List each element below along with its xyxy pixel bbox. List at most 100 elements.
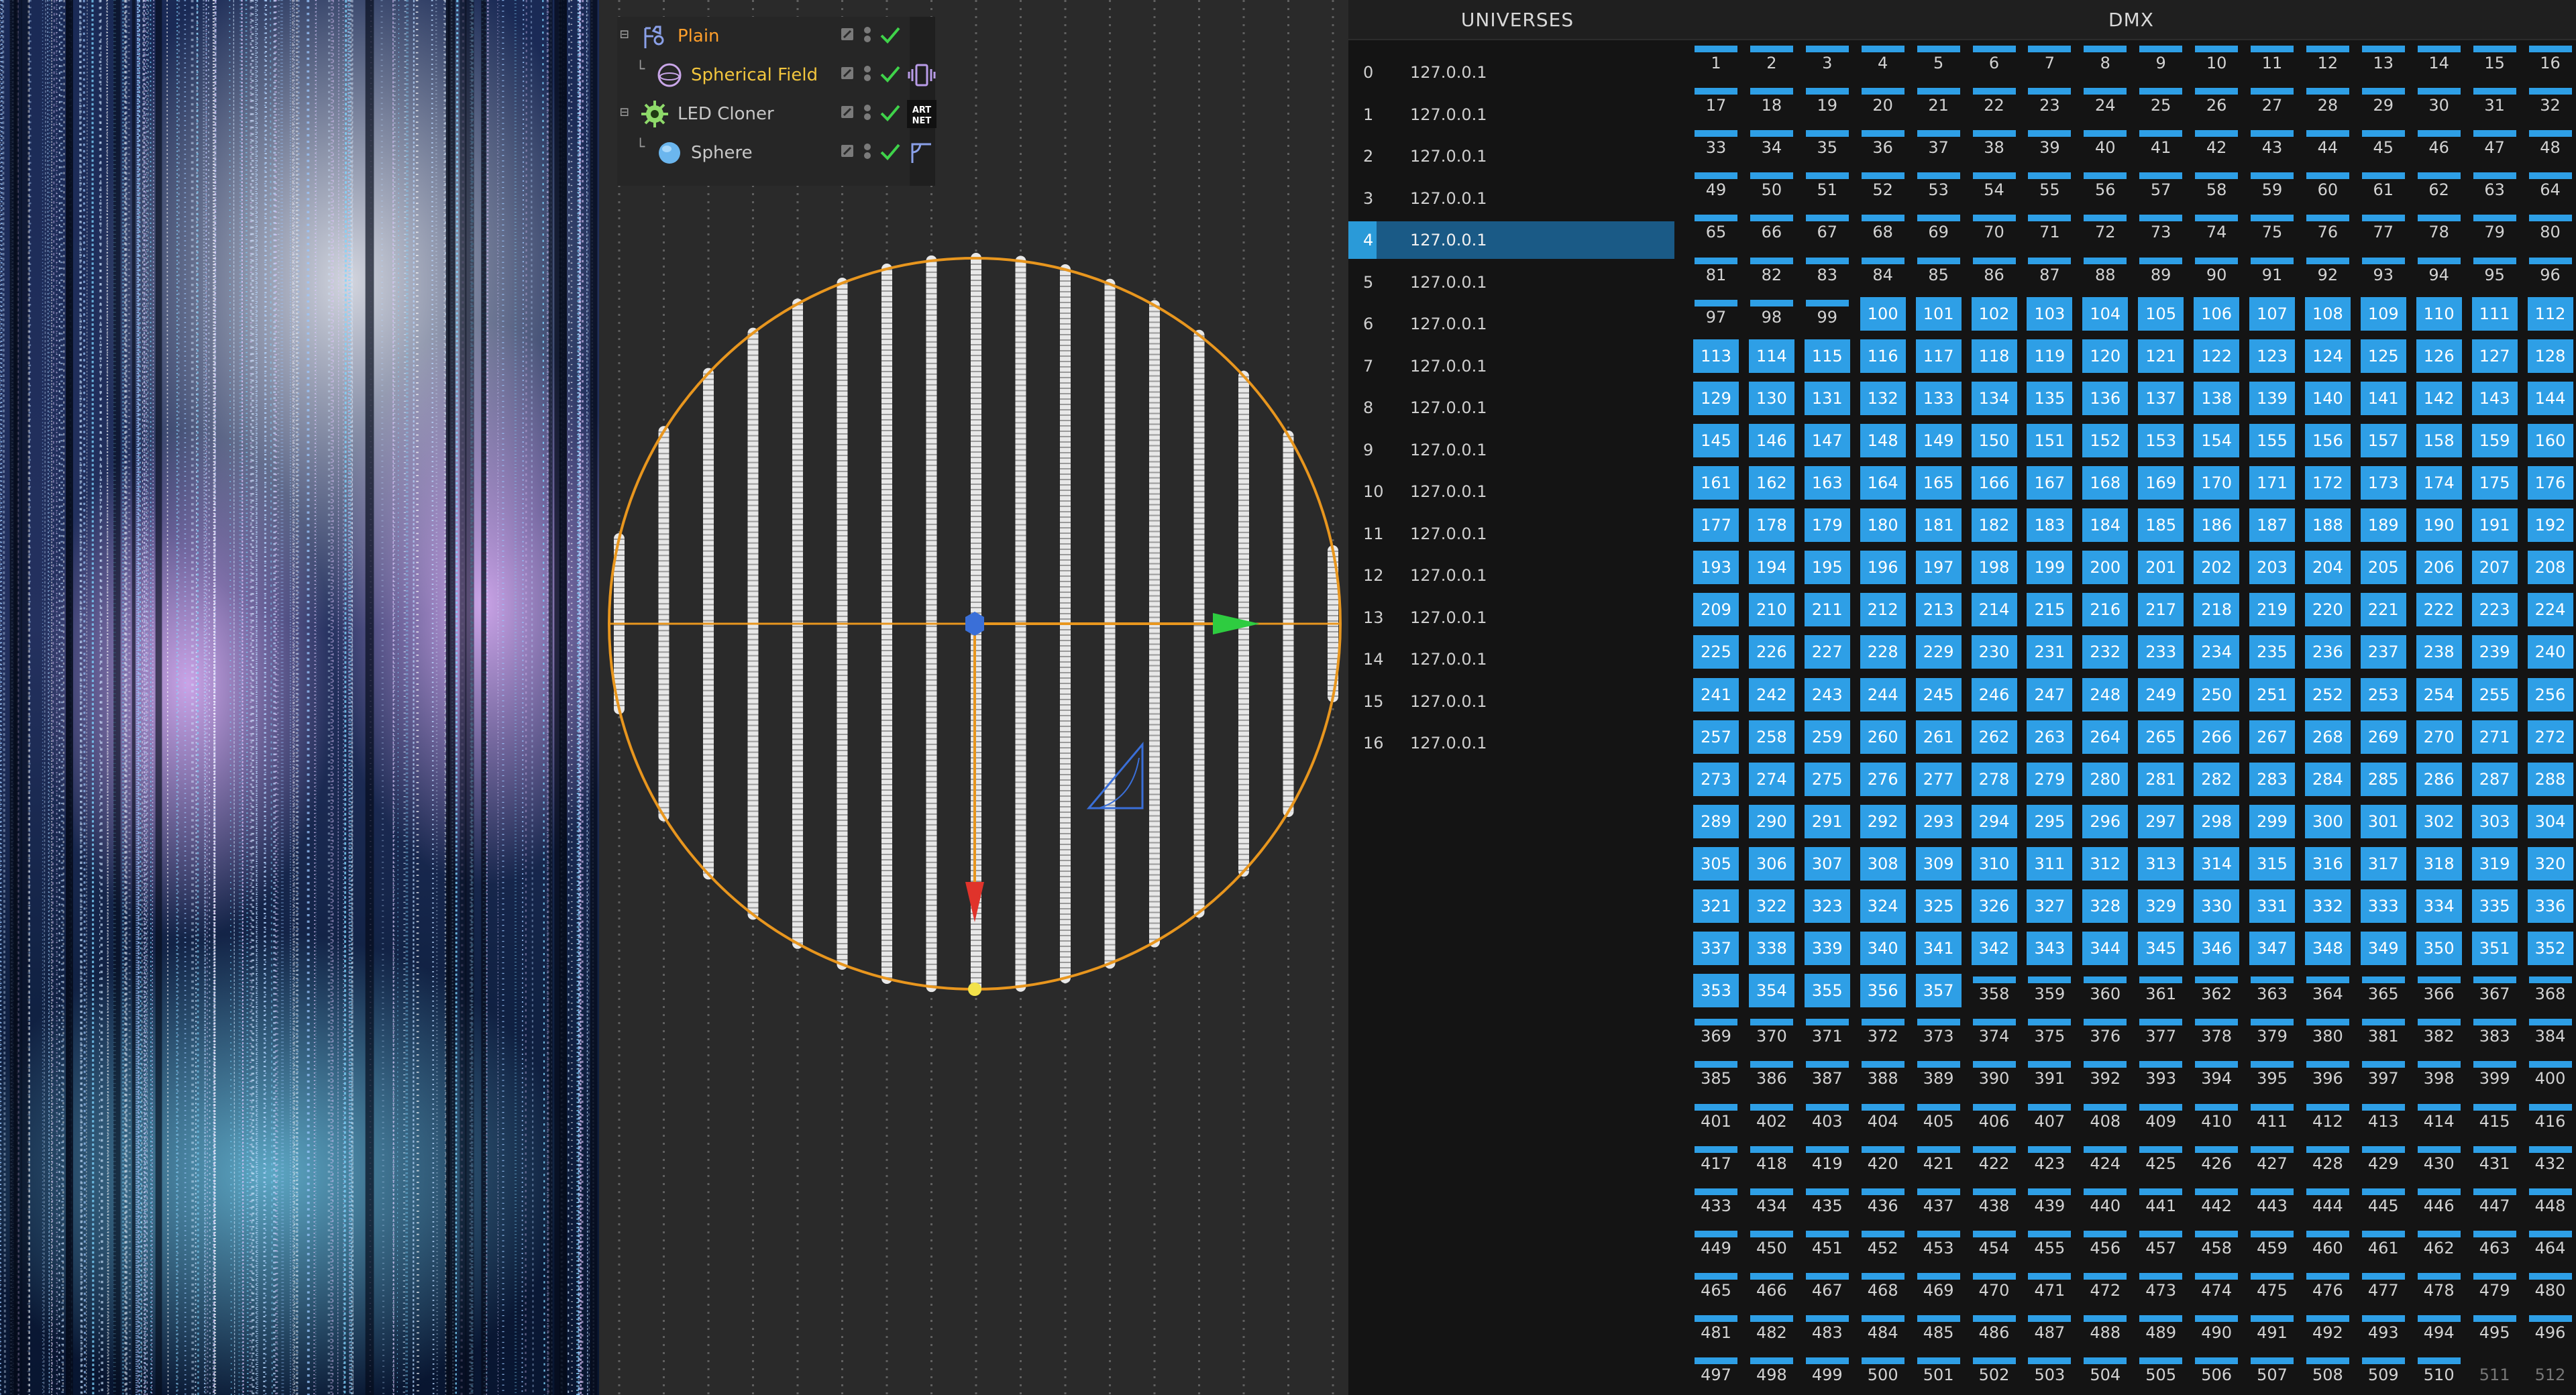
dmx-channel[interactable]: 368 xyxy=(2528,974,2573,1007)
dmx-channel[interactable]: 396 xyxy=(2305,1058,2351,1092)
dmx-channel[interactable]: 220 xyxy=(2304,593,2351,627)
dmx-channel[interactable]: 37 xyxy=(1916,127,1962,161)
dmx-channel[interactable]: 259 xyxy=(1804,720,1850,754)
dmx-channel[interactable]: 475 xyxy=(2249,1270,2295,1304)
dmx-channel[interactable]: 327 xyxy=(2027,889,2073,923)
dmx-channel[interactable]: 280 xyxy=(2082,762,2129,796)
dmx-channel[interactable]: 464 xyxy=(2528,1228,2573,1262)
dmx-channel[interactable]: 144 xyxy=(2527,381,2573,415)
dmx-channel[interactable]: 52 xyxy=(1860,170,1906,203)
dmx-channel[interactable]: 7 xyxy=(2027,43,2072,76)
dmx-channel[interactable]: 379 xyxy=(2249,1016,2295,1050)
dmx-channel[interactable]: 215 xyxy=(2027,593,2073,627)
dmx-channel[interactable]: 102 xyxy=(1971,296,2017,331)
dmx-channel[interactable]: 417 xyxy=(1693,1143,1739,1177)
dmx-channel[interactable]: 193 xyxy=(1693,551,1739,585)
dmx-channel[interactable]: 416 xyxy=(2528,1101,2573,1135)
dmx-channel[interactable]: 365 xyxy=(2361,974,2406,1007)
dmx-channel[interactable]: 382 xyxy=(2416,1016,2462,1050)
dmx-channel[interactable]: 154 xyxy=(2194,423,2240,457)
dmx-channel[interactable]: 450 xyxy=(1749,1228,1794,1262)
dmx-channel[interactable]: 178 xyxy=(1748,508,1794,543)
dmx-channel[interactable]: 477 xyxy=(2361,1270,2406,1304)
dmx-channel[interactable]: 23 xyxy=(2027,85,2072,119)
dmx-channel[interactable]: 232 xyxy=(2082,635,2129,669)
dmx-channel[interactable]: 448 xyxy=(2528,1186,2573,1219)
dmx-channel[interactable]: 384 xyxy=(2528,1016,2573,1050)
dmx-channel[interactable]: 243 xyxy=(1804,677,1850,712)
dmx-channel[interactable]: 398 xyxy=(2416,1058,2462,1092)
dmx-channel[interactable]: 17 xyxy=(1693,85,1739,119)
dmx-channel[interactable]: 128 xyxy=(2527,339,2573,373)
dmx-channel[interactable]: 251 xyxy=(2249,677,2295,712)
dmx-channel[interactable]: 205 xyxy=(2360,551,2406,585)
dmx-channel[interactable]: 118 xyxy=(1971,339,2017,373)
object-row-led-cloner[interactable]: ⊟ LED Cloner ART NET xyxy=(617,95,936,133)
dmx-channel[interactable]: 489 xyxy=(2138,1313,2184,1346)
object-row-plain[interactable]: ⊟ Plain xyxy=(617,17,934,56)
dmx-channel[interactable]: 67 xyxy=(1805,212,1850,245)
dmx-channel[interactable]: 375 xyxy=(2027,1016,2072,1050)
dmx-channel[interactable]: 25 xyxy=(2138,85,2184,119)
universe-row[interactable]: 0 127.0.0.1 xyxy=(1348,54,1674,91)
dmx-channel[interactable]: 164 xyxy=(1860,466,1906,500)
edit-toggle-icon[interactable] xyxy=(840,65,855,82)
dmx-channel[interactable]: 290 xyxy=(1748,804,1794,838)
dmx-channel[interactable]: 410 xyxy=(2194,1101,2239,1135)
dmx-channel[interactable]: 77 xyxy=(2361,212,2406,245)
dmx-channel[interactable]: 419 xyxy=(1805,1143,1850,1177)
dmx-channel[interactable]: 174 xyxy=(2416,466,2462,500)
dmx-channel[interactable]: 283 xyxy=(2249,762,2295,796)
dmx-channel[interactable]: 343 xyxy=(2027,932,2073,966)
dmx-channel[interactable]: 395 xyxy=(2249,1058,2295,1092)
dmx-channel[interactable]: 185 xyxy=(2138,508,2184,543)
dmx-channel[interactable]: 41 xyxy=(2138,127,2184,161)
dmx-channel[interactable]: 422 xyxy=(1972,1143,2017,1177)
dmx-channel[interactable]: 79 xyxy=(2472,212,2518,245)
dmx-channel[interactable]: 155 xyxy=(2249,423,2295,457)
dmx-channel[interactable]: 119 xyxy=(2027,339,2073,373)
edit-toggle-icon[interactable] xyxy=(840,26,855,44)
dmx-channel[interactable]: 73 xyxy=(2138,212,2184,245)
dmx-channel[interactable]: 246 xyxy=(1971,677,2017,712)
dmx-channel[interactable]: 173 xyxy=(2360,466,2406,500)
dmx-channel[interactable]: 84 xyxy=(1860,255,1906,288)
universe-row[interactable]: 2 127.0.0.1 xyxy=(1348,137,1674,175)
universe-row[interactable]: 11 127.0.0.1 xyxy=(1348,515,1674,553)
dmx-channel[interactable]: 61 xyxy=(2361,170,2406,203)
dmx-channel[interactable]: 221 xyxy=(2360,593,2406,627)
dmx-channel[interactable]: 211 xyxy=(1804,593,1850,627)
collapse-toggle-icon[interactable]: ⊟ xyxy=(620,26,629,43)
dmx-channel[interactable]: 296 xyxy=(2082,804,2129,838)
dmx-channel[interactable]: 234 xyxy=(2194,635,2240,669)
visibility-dots-icon[interactable] xyxy=(860,26,875,44)
dmx-channel[interactable]: 203 xyxy=(2249,551,2295,585)
dmx-channel[interactable]: 13 xyxy=(2361,43,2406,76)
dmx-channel[interactable]: 333 xyxy=(2360,889,2406,923)
universe-row[interactable]: 7 127.0.0.1 xyxy=(1348,347,1674,385)
visibility-dots-icon[interactable] xyxy=(860,143,875,160)
dmx-channel[interactable]: 38 xyxy=(1972,127,2017,161)
dmx-channel[interactable]: 268 xyxy=(2304,720,2351,754)
dmx-channel[interactable]: 81 xyxy=(1693,255,1739,288)
dmx-channel[interactable]: 328 xyxy=(2082,889,2129,923)
dmx-channel[interactable]: 397 xyxy=(2361,1058,2406,1092)
object-row-spherical-field[interactable]: └ Spherical Field xyxy=(617,56,936,95)
dmx-channel[interactable]: 336 xyxy=(2527,889,2573,923)
dmx-channel[interactable]: 313 xyxy=(2138,846,2184,881)
universe-row[interactable]: 16 127.0.0.1 xyxy=(1348,724,1674,762)
dmx-channel[interactable]: 240 xyxy=(2527,635,2573,669)
dmx-channel[interactable]: 80 xyxy=(2528,212,2573,245)
dmx-channel[interactable]: 427 xyxy=(2249,1143,2295,1177)
dmx-channel[interactable]: 271 xyxy=(2471,720,2518,754)
artnet-tag-icon[interactable]: ART NET xyxy=(907,100,936,128)
dmx-channel[interactable]: 312 xyxy=(2082,846,2129,881)
dmx-channel[interactable]: 394 xyxy=(2194,1058,2239,1092)
universe-row[interactable]: 3 127.0.0.1 xyxy=(1348,180,1674,217)
dmx-channel[interactable]: 311 xyxy=(2027,846,2073,881)
dmx-channel[interactable]: 351 xyxy=(2471,932,2518,966)
dmx-channel[interactable]: 295 xyxy=(2027,804,2073,838)
dmx-channel[interactable]: 353 xyxy=(1693,974,1739,1008)
dmx-channel[interactable]: 434 xyxy=(1749,1186,1794,1219)
dmx-channel[interactable]: 342 xyxy=(1971,932,2017,966)
